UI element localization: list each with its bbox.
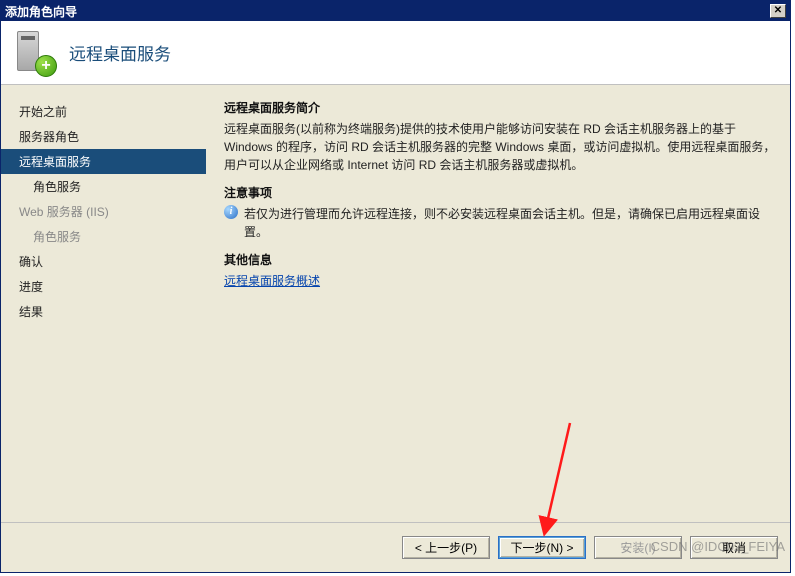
notes-row: i 若仅为进行管理而允许远程连接，则不必安装远程桌面会话主机。但是，请确保已启用…: [224, 205, 776, 241]
next-button[interactable]: 下一步(N) >: [498, 536, 586, 559]
nav-confirm[interactable]: 确认: [1, 249, 206, 274]
wizard-body: 开始之前 服务器角色 远程桌面服务 角色服务 Web 服务器 (IIS) 角色服…: [1, 85, 790, 522]
server-role-icon: +: [13, 29, 57, 77]
intro-heading: 远程桌面服务简介: [224, 99, 776, 116]
install-button: 安装(I): [594, 536, 682, 559]
sidebar: 开始之前 服务器角色 远程桌面服务 角色服务 Web 服务器 (IIS) 角色服…: [1, 85, 206, 522]
close-icon[interactable]: ✕: [770, 4, 786, 18]
nav-web-server-iis[interactable]: Web 服务器 (IIS): [1, 199, 206, 224]
nav-results[interactable]: 结果: [1, 299, 206, 324]
cancel-button[interactable]: 取消: [690, 536, 778, 559]
button-bar: < 上一步(P) 下一步(N) > 安装(I) 取消: [1, 522, 790, 572]
titlebar: 添加角色向导 ✕: [1, 1, 790, 21]
wizard-window: 添加角色向导 ✕ + 远程桌面服务 开始之前 服务器角色 远程桌面服务 角色服务…: [0, 0, 791, 573]
nav-before-you-begin[interactable]: 开始之前: [1, 99, 206, 124]
overview-link[interactable]: 远程桌面服务概述: [224, 272, 776, 289]
header-banner: + 远程桌面服务: [1, 21, 790, 85]
nav-remote-desktop-services[interactable]: 远程桌面服务: [1, 149, 206, 174]
page-title: 远程桌面服务: [69, 40, 171, 65]
notes-body: 若仅为进行管理而允许远程连接，则不必安装远程桌面会话主机。但是，请确保已启用远程…: [244, 205, 776, 241]
window-title: 添加角色向导: [5, 3, 77, 20]
notes-heading: 注意事项: [224, 184, 776, 201]
nav-role-services-rds[interactable]: 角色服务: [1, 174, 206, 199]
info-icon: i: [224, 205, 238, 219]
other-heading: 其他信息: [224, 251, 776, 268]
nav-progress[interactable]: 进度: [1, 274, 206, 299]
back-button[interactable]: < 上一步(P): [402, 536, 490, 559]
content-pane: 远程桌面服务简介 远程桌面服务(以前称为终端服务)提供的技术使用户能够访问安装在…: [206, 85, 790, 522]
nav-server-roles[interactable]: 服务器角色: [1, 124, 206, 149]
intro-body: 远程桌面服务(以前称为终端服务)提供的技术使用户能够访问安装在 RD 会话主机服…: [224, 120, 776, 174]
nav-role-services-iis[interactable]: 角色服务: [1, 224, 206, 249]
